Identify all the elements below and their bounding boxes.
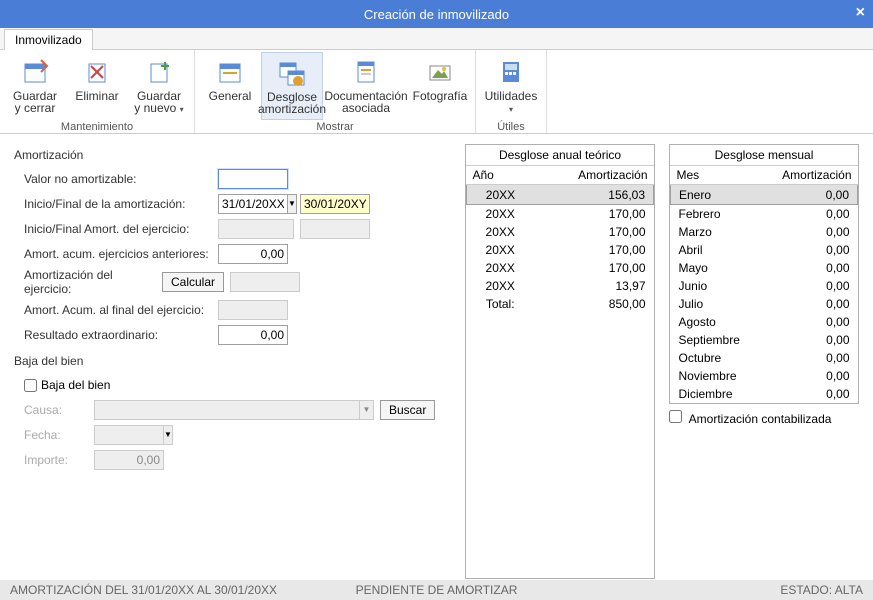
annual-title: Desglose anual teórico — [466, 145, 654, 166]
foto-icon — [424, 56, 456, 88]
status-left: AMORTIZACIÓN DEL 31/01/20XX AL 30/01/20X… — [10, 583, 277, 597]
table-row[interactable]: 20XX156,03 — [467, 185, 654, 205]
input-inicio-ej — [218, 219, 294, 239]
table-row[interactable]: Abril0,00 — [671, 241, 858, 259]
date-baja-input — [94, 425, 164, 445]
lbl-res-ext: Resultado extraordinario: — [14, 328, 218, 342]
table-row[interactable]: 20XX13,97 — [467, 277, 654, 295]
buscar-button[interactable]: Buscar — [380, 400, 435, 420]
lbl-contab: Amortización contabilizada — [689, 412, 832, 426]
checkbox-contab[interactable] — [669, 410, 682, 423]
annual-h2: Amortización — [534, 166, 654, 185]
util-icon — [495, 56, 527, 88]
lbl-baja-check: Baja del bien — [41, 378, 110, 392]
table-row[interactable]: Mayo0,00 — [671, 259, 858, 277]
ribbon-util-button[interactable]: Utilidades ▾ — [480, 52, 542, 120]
contab-row: Amortización contabilizada — [669, 410, 859, 426]
lbl-inicio-fin: Inicio/Final de la amortización: — [14, 197, 218, 211]
baja-title: Baja del bien — [14, 354, 451, 368]
general-icon — [214, 56, 246, 88]
ribbon-save-close-button[interactable]: Guardary cerrar — [4, 52, 66, 120]
table-row[interactable]: 20XX170,00 — [467, 223, 654, 241]
calcular-button[interactable]: Calcular — [162, 272, 224, 292]
table-row[interactable]: Julio0,00 — [671, 295, 858, 313]
title-bar: Creación de inmovilizado × — [0, 0, 873, 28]
monthly-table: Desglose mensual Mes Amortización Enero0… — [669, 144, 859, 404]
date-inicio-input[interactable] — [218, 194, 288, 214]
table-row[interactable]: Diciembre0,00 — [671, 385, 858, 403]
lbl-fecha: Fecha: — [14, 428, 94, 442]
status-right: ESTADO: ALTA — [780, 583, 863, 597]
monthly-h2: Amortización — [762, 166, 858, 185]
lbl-inicio-fin-ej: Inicio/Final Amort. del ejercicio: — [14, 222, 218, 236]
tab-strip: Inmovilizado — [0, 28, 873, 50]
table-row[interactable]: Junio0,00 — [671, 277, 858, 295]
lbl-acum-ant: Amort. acum. ejercicios anteriores: — [14, 247, 218, 261]
table-row[interactable]: Septiembre0,00 — [671, 331, 858, 349]
chevron-down-icon[interactable]: ▼ — [288, 194, 297, 214]
ribbon: Guardary cerrarEliminarGuardary nuevo ▾M… — [0, 50, 873, 134]
ribbon-group-label: Mostrar — [316, 120, 353, 135]
table-row[interactable]: Marzo0,00 — [671, 223, 858, 241]
chevron-down-icon: ▼ — [164, 425, 173, 445]
save-close-icon — [19, 56, 51, 88]
lbl-amort-ej: Amortización del ejercicio: — [14, 268, 162, 296]
input-valor-no-amort[interactable] — [218, 169, 288, 189]
table-row[interactable]: 20XX170,00 — [467, 205, 654, 224]
status-bar: AMORTIZACIÓN DEL 31/01/20XX AL 30/01/20X… — [0, 580, 873, 600]
ribbon-delete-button[interactable]: Eliminar — [66, 52, 128, 120]
ribbon-foto-button[interactable]: Fotografía — [409, 52, 471, 120]
input-acum-ant[interactable] — [218, 244, 288, 264]
status-center: PENDIENTE DE AMORTIZAR — [356, 583, 518, 597]
lbl-acum-fin: Amort. Acum. al final del ejercicio: — [14, 303, 218, 317]
annual-h1: Año — [467, 166, 534, 185]
select-causa — [94, 400, 360, 420]
lbl-importe: Importe: — [14, 453, 94, 467]
ribbon-doc-button[interactable]: Documentaciónasociada — [323, 52, 409, 120]
lbl-valor-no-amort: Valor no amortizable: — [14, 172, 218, 186]
close-icon[interactable]: × — [856, 4, 865, 22]
annual-table: Desglose anual teórico Año Amortización … — [465, 144, 655, 579]
chevron-down-icon: ▼ — [360, 400, 374, 420]
desglose-icon — [276, 57, 308, 89]
table-row[interactable]: 20XX170,00 — [467, 241, 654, 259]
table-row[interactable]: Febrero0,00 — [671, 205, 858, 224]
table-row[interactable]: Enero0,00 — [671, 185, 858, 205]
input-res-ext[interactable] — [218, 325, 288, 345]
input-amort-ej — [230, 272, 300, 292]
tab-inmovilizado[interactable]: Inmovilizado — [4, 29, 93, 50]
checkbox-baja[interactable] — [24, 379, 37, 392]
delete-icon — [81, 56, 113, 88]
ribbon-save-new-button[interactable]: Guardary nuevo ▾ — [128, 52, 190, 120]
table-row[interactable]: Agosto0,00 — [671, 313, 858, 331]
doc-icon — [350, 56, 382, 88]
window-title: Creación de inmovilizado — [364, 7, 509, 22]
input-fin-ej — [300, 219, 370, 239]
monthly-title: Desglose mensual — [670, 145, 858, 166]
table-row[interactable]: Noviembre0,00 — [671, 367, 858, 385]
monthly-h1: Mes — [671, 166, 762, 185]
ribbon-group-label: Útiles — [497, 120, 525, 135]
input-importe — [94, 450, 164, 470]
date-inicio[interactable]: ▼ — [218, 194, 294, 214]
ribbon-group-label: Mantenimiento — [61, 120, 133, 135]
table-row[interactable]: Octubre0,00 — [671, 349, 858, 367]
input-acum-fin — [218, 300, 288, 320]
save-new-icon — [143, 56, 175, 88]
date-fin[interactable] — [300, 194, 370, 214]
amort-title: Amortización — [14, 148, 451, 162]
ribbon-general-button[interactable]: General — [199, 52, 261, 120]
table-row[interactable]: Total:850,00 — [467, 295, 654, 313]
lbl-causa: Causa: — [14, 403, 94, 417]
table-row[interactable]: 20XX170,00 — [467, 259, 654, 277]
date-baja: ▼ — [94, 425, 170, 445]
ribbon-desglose-button[interactable]: Desgloseamortización — [261, 52, 323, 120]
